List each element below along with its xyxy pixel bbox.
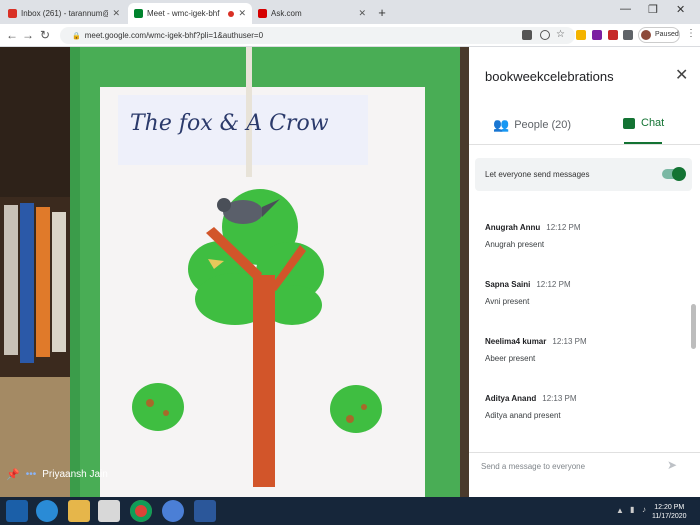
tray-arrow-icon[interactable]: ▲ <box>616 506 624 515</box>
forward-button[interactable]: → <box>22 28 34 42</box>
avatar <box>641 30 651 40</box>
meet-icon <box>134 9 143 18</box>
tab-chat[interactable]: Chat <box>623 117 664 129</box>
chat-message: Neelima4 kumar 12:13 PM Abeer present <box>485 337 587 363</box>
close-icon[interactable]: ✕ <box>358 8 366 19</box>
recording-icon <box>228 10 235 17</box>
extension-icon[interactable] <box>576 30 586 40</box>
minimize-button[interactable]: — <box>620 3 631 15</box>
profile-button[interactable]: Paused <box>638 27 680 43</box>
start-button[interactable] <box>6 500 28 522</box>
gmail-icon <box>8 9 17 18</box>
system-clock[interactable]: 12:20 PM 11/17/2020 <box>652 503 687 521</box>
lock-icon: 🔒 <box>72 33 81 40</box>
file-explorer-icon[interactable] <box>68 500 90 522</box>
divider <box>469 144 700 145</box>
extension-icon[interactable] <box>592 30 602 40</box>
chrome-icon[interactable] <box>130 500 152 522</box>
window-close-button[interactable]: ✕ <box>676 3 685 16</box>
zoom-icon[interactable] <box>540 30 550 40</box>
internet-explorer-icon[interactable] <box>36 500 58 522</box>
star-icon[interactable]: ☆ <box>556 30 566 40</box>
word-icon[interactable] <box>194 500 216 522</box>
tab-people[interactable]: 👥 People (20) <box>493 117 571 133</box>
close-icon[interactable]: ✕ <box>238 8 246 19</box>
tab-ask[interactable]: Ask.com ✕ <box>252 3 372 24</box>
maximize-button[interactable]: ❐ <box>648 3 658 16</box>
tab-meet[interactable]: Meet - wmc-igek-bhf ✕ <box>128 3 252 24</box>
send-permission-toggle[interactable] <box>662 167 686 181</box>
menu-icon[interactable]: ⋮ <box>686 28 696 39</box>
chat-scrollbar[interactable] <box>691 304 696 349</box>
participant-name-bar: 📌 ••• Priyaansh Jain <box>6 468 108 481</box>
participant-name: Priyaansh Jain <box>42 469 108 480</box>
extension-icon[interactable] <box>608 30 618 40</box>
network-icon[interactable]: ▮ <box>630 505 634 514</box>
send-icon[interactable]: ➤ <box>667 458 677 472</box>
chat-message: Sapna Saini 12:12 PM Avni present <box>485 280 571 306</box>
volume-icon[interactable]: ♪ <box>642 505 646 514</box>
chat-icon <box>623 117 635 129</box>
more-dots-icon[interactable]: ••• <box>26 469 37 480</box>
pin-icon[interactable]: 📌 <box>6 468 20 481</box>
windows-taskbar: ▲ ▮ ♪ <box>0 497 700 525</box>
chrome-canary-icon[interactable] <box>162 500 184 522</box>
meeting-title: bookweekcelebrations <box>485 69 614 84</box>
close-icon[interactable]: ✕ <box>112 8 120 19</box>
browser-tab-bar: Inbox (261) - tarannum@theindi ✕ Meet - … <box>0 0 700 24</box>
back-button[interactable]: ← <box>6 28 18 42</box>
new-tab-button[interactable]: + <box>374 5 390 21</box>
url-field[interactable]: 🔒 meet.google.com/wmc-igek-bhf?pli=1&auth… <box>60 27 575 44</box>
divider <box>469 452 700 453</box>
close-panel-button[interactable]: ✕ <box>675 65 688 85</box>
message-input[interactable]: Send a message to everyone <box>481 462 585 471</box>
video-feed: The fox & A Crow <box>0 47 469 497</box>
camera-icon[interactable] <box>522 30 532 40</box>
send-permission-row: Let everyone send messages <box>475 158 692 191</box>
people-icon: 👥 <box>493 117 510 132</box>
board-title: The fox & A Crow <box>130 111 329 136</box>
reload-button[interactable]: ↻ <box>40 28 50 42</box>
chat-message: Anugrah Annu 12:12 PM Anugrah present <box>485 223 581 249</box>
tab-gmail[interactable]: Inbox (261) - tarannum@theindi ✕ <box>2 3 126 24</box>
ask-icon <box>258 9 267 18</box>
chat-message: Aditya Anand 12:13 PM Aditya anand presen… <box>485 394 577 420</box>
puzzle-icon[interactable] <box>623 30 633 40</box>
chat-panel: bookweekcelebrations ✕ 👥 People (20) Cha… <box>469 47 700 497</box>
media-player-icon[interactable] <box>98 500 120 522</box>
